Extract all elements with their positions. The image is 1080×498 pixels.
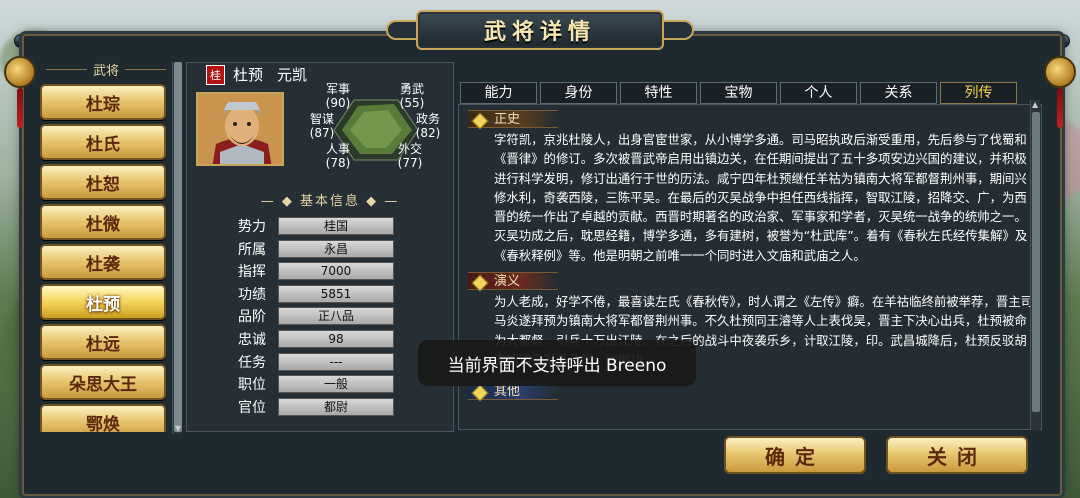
biography-scrollbar[interactable]: ▲ [1030, 100, 1040, 430]
tassel-left [17, 88, 23, 128]
basic-info-label: 官位 [238, 399, 266, 416]
basic-info-label: 势力 [238, 219, 266, 235]
basic-info-row: 品阶 正八品 [238, 306, 394, 326]
basic-info-value: 永昌 [278, 239, 394, 258]
basic-info-row: 职位 一般 [238, 374, 394, 394]
stat-strategy: 智谋 (87) [309, 112, 335, 140]
stat-military: 军事 (90) [325, 82, 351, 110]
basic-info-header: — ◆ 基本信息 ◆ — [260, 194, 400, 209]
general-list-item[interactable]: 杜氏 [40, 124, 166, 160]
detail-tab[interactable]: 能力 [460, 82, 537, 104]
general-list-scrollbar[interactable]: ▲ ▼ [172, 62, 182, 434]
general-list-item[interactable]: 杜袭 [40, 244, 166, 280]
basic-info-row: 指挥 7000 [238, 261, 394, 281]
basic-info-value: 7000 [278, 262, 394, 281]
basic-info-value: 5851 [278, 284, 394, 303]
scroll-down-icon[interactable]: ▼ [173, 424, 183, 434]
general-list-item[interactable]: 杜远 [40, 324, 166, 360]
basic-info-row: 忠诚 98 [238, 329, 394, 349]
confirm-button[interactable]: 确定 [724, 436, 866, 474]
detail-tab[interactable]: 列传 [940, 82, 1017, 104]
basic-info-label: 任务 [238, 354, 266, 371]
general-list-item[interactable]: 朵思大王 [40, 364, 166, 400]
basic-info-label: 指挥 [238, 264, 266, 281]
stat-personnel: 人事 (78) [325, 142, 351, 170]
detail-tabs: 能力 身份 特性 宝物 个人 关系 列传 [460, 82, 1017, 104]
close-button[interactable]: 关闭 [886, 436, 1028, 474]
tassel-right [1057, 88, 1063, 128]
general-list-item[interactable]: 杜琮 [40, 84, 166, 120]
basic-info-value: 一般 [278, 375, 394, 394]
scrollbar-thumb[interactable] [174, 62, 182, 432]
basic-info-value: 桂国 [278, 217, 394, 235]
biography-history-text: 字符凯，京兆杜陵人，出身官宦世家，从小博学多通。司马昭执政后渐受重用，先后参与了… [494, 132, 1028, 263]
stat-valor: 勇武 (55) [399, 82, 425, 110]
title-plate: 武将详情 [416, 10, 664, 50]
detail-tab[interactable]: 身份 [540, 82, 617, 104]
scroll-knob-right [1044, 56, 1076, 88]
basic-info-value: 都尉 [278, 397, 394, 416]
basic-info-row: 势力 桂国 [238, 216, 394, 236]
basic-info-label: 品阶 [238, 309, 266, 326]
general-list-item[interactable]: 鄂焕 [40, 404, 166, 432]
general-portrait [196, 92, 284, 166]
system-toast: 当前界面不支持呼出 Breeno [418, 340, 696, 386]
detail-tab[interactable]: 关系 [860, 82, 937, 104]
basic-info-label: 职位 [238, 377, 266, 394]
detail-tab[interactable]: 特性 [620, 82, 697, 104]
faction-badge: 桂 [206, 64, 225, 85]
section-header-history: 正史 [468, 110, 558, 128]
basic-info-row: 所属 永昌 [238, 239, 394, 259]
basic-info-label: 忠诚 [238, 332, 266, 348]
detail-tab[interactable]: 宝物 [700, 82, 777, 104]
section-header-novel: 演义 [468, 272, 558, 290]
general-list: 武将 杜琮杜氏杜恕杜微杜袭杜预杜远朵思大王鄂焕 [40, 58, 172, 432]
scroll-knob-left [4, 56, 36, 88]
general-list-item[interactable]: 杜预 [40, 284, 166, 320]
general-courtesy-name: 元凯 [277, 66, 308, 84]
stat-diplomacy: 外交 (77) [397, 142, 423, 170]
basic-info-row: 任务 --- [238, 352, 394, 372]
basic-info-row: 功绩 5851 [238, 284, 394, 304]
general-name: 杜预 [233, 66, 264, 84]
basic-info-value: 98 [278, 330, 394, 348]
general-name-bar: 桂 杜预 元凯 [206, 64, 307, 85]
scrollbar-thumb[interactable] [1032, 112, 1040, 412]
basic-info-label: 所属 [238, 241, 266, 258]
basic-info-label: 功绩 [238, 286, 266, 303]
stat-politics: 政务 (82) [415, 112, 441, 140]
scroll-up-icon[interactable]: ▲ [1032, 100, 1040, 110]
basic-info-value: 正八品 [278, 307, 394, 326]
general-list-item[interactable]: 杜微 [40, 204, 166, 240]
window-title: 武将详情 [483, 20, 596, 45]
detail-tab[interactable]: 个人 [780, 82, 857, 104]
general-list-item[interactable]: 杜恕 [40, 164, 166, 200]
basic-info-value: --- [278, 352, 394, 371]
general-list-header: 武将 [40, 58, 172, 80]
basic-info-row: 官位 都尉 [238, 397, 394, 417]
